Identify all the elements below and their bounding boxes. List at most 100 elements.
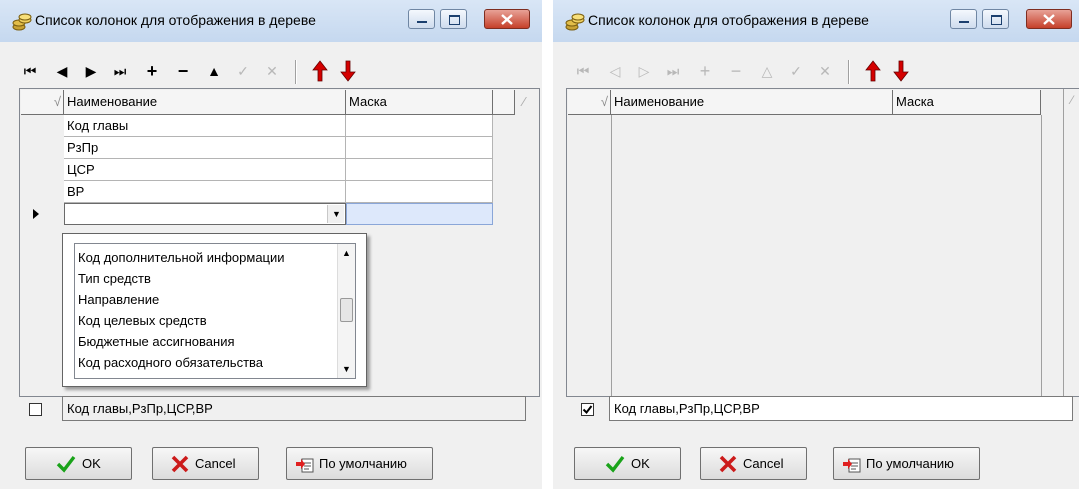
ok-button[interactable]: OK [574,447,681,480]
close-icon [1043,14,1055,25]
mask-cell[interactable] [346,159,493,181]
table-row[interactable]: ЦСР [64,159,346,181]
window-title: Список колонок для отображения в дереве [35,12,316,28]
move-down-icon[interactable] [891,60,911,82]
close-button[interactable] [1026,9,1072,29]
grid-column-line [611,115,612,396]
next-icon[interactable]: ▶ [81,61,101,81]
list-item[interactable]: Код дополнительной информации [78,247,285,268]
list-item[interactable]: Направление [78,289,159,310]
grid-scroll-area: ⁄ [515,90,539,115]
auto-mask-checkbox[interactable] [29,403,42,416]
scroll-thumb[interactable] [340,298,353,322]
delete-icon[interactable]: − [173,61,193,81]
chevron-down-icon: ▼ [332,209,341,219]
move-up-icon[interactable] [310,60,330,82]
dropdown-scrollbar[interactable]: ▲ ▼ [337,244,355,378]
maximize-icon [991,15,1002,25]
column-summary-field: Код главы,РзПр,ЦСР,ВР [62,396,526,421]
column-header-name[interactable]: Наименование [64,90,346,115]
column-summary-field[interactable]: Код главы,РзПр,ЦСР,ВР [609,396,1073,421]
check-mark-icon: √ [600,94,608,109]
post-icon[interactable]: ✓ [233,61,253,81]
table-row[interactable]: ВР [64,181,346,203]
maximize-button[interactable] [440,9,467,29]
default-button[interactable]: По умолчанию [833,447,980,480]
ok-button[interactable]: OK [25,447,132,480]
slash-icon: ⁄ [523,94,526,109]
delete-icon[interactable]: − [726,61,746,81]
list-item[interactable]: Бюджетные ассигнования [78,331,235,352]
navigator-toolbar: ⏮ ◁ ▷ ⏭ + − △ ✓ ✕ [553,56,1079,88]
cancel-button[interactable]: Cancel [700,447,807,480]
list-item[interactable]: Код расходного обязательства [78,352,263,373]
cancel-button-label: Cancel [195,456,236,471]
grid-extra-header [493,90,515,115]
default-button[interactable]: По умолчанию [286,447,433,480]
mask-cell-selected[interactable] [346,203,493,225]
mask-cell[interactable] [346,137,493,159]
check-icon [605,455,625,473]
grid-indicator-header: √ [21,90,64,115]
table-row[interactable]: РзПр [64,137,346,159]
coins-icon [565,13,585,31]
columns-grid[interactable]: √ Наименование Маска ⁄ [566,88,1079,397]
cancel-edit-icon[interactable]: ✕ [815,61,835,81]
grid-indicator-header: √ [568,90,611,115]
column-header-name[interactable]: Наименование [611,90,893,115]
edit-icon[interactable]: ▲ [204,61,224,81]
coins-icon [12,13,32,31]
minimize-icon [959,21,969,23]
mask-cell[interactable] [346,181,493,203]
list-item[interactable]: Тип средств [78,268,151,289]
first-record-icon[interactable]: ⏮ [573,61,593,81]
scroll-up-icon: ▲ [342,248,351,258]
grid-column-line [1063,89,1064,396]
mask-cell[interactable] [346,115,493,137]
cancel-edit-icon[interactable]: ✕ [262,61,282,81]
reset-default-icon [843,458,861,473]
ok-button-label: OK [82,456,101,471]
next-icon[interactable]: ▷ [634,61,654,81]
close-icon [501,14,513,25]
name-dropdown-list[interactable]: Код дополнительной информации Тип средст… [62,233,367,387]
column-header-mask[interactable]: Маска [893,90,1041,115]
column-list-dialog-left: Список колонок для отображения в дереве … [0,0,542,489]
move-down-icon[interactable] [338,60,358,82]
current-row-indicator-icon [33,209,39,219]
check-icon [56,455,76,473]
prior-icon[interactable]: ◀ [52,61,72,81]
grid-column-line [1041,115,1042,396]
minimize-button[interactable] [408,9,435,29]
column-header-mask[interactable]: Маска [346,90,493,115]
table-row[interactable]: Код главы [64,115,346,137]
prior-icon[interactable]: ◁ [605,61,625,81]
reset-default-icon [296,458,314,473]
ok-button-label: OK [631,456,650,471]
insert-icon[interactable]: + [142,61,162,81]
column-list-dialog-right: Список колонок для отображения в дереве … [553,0,1079,489]
dropdown-listbox[interactable]: Код дополнительной информации Тип средст… [74,243,356,379]
last-record-icon[interactable]: ⏭ [663,61,683,81]
cancel-button[interactable]: Cancel [152,447,259,480]
edit-icon[interactable]: △ [757,61,777,81]
minimize-button[interactable] [950,9,977,29]
scroll-down-icon: ▼ [342,364,351,374]
x-icon [171,455,189,473]
combo-dropdown-button[interactable]: ▼ [327,205,344,223]
checkbox-check-icon [582,405,593,415]
default-button-label: По умолчанию [319,456,407,471]
insert-icon[interactable]: + [695,61,715,81]
name-combo-editor[interactable]: ▼ [64,203,346,225]
first-record-icon[interactable]: ⏮ [20,61,40,81]
post-icon[interactable]: ✓ [786,61,806,81]
move-up-icon[interactable] [863,60,883,82]
list-item[interactable]: Код целевых средств [78,310,207,331]
close-button[interactable] [484,9,530,29]
maximize-icon [449,15,460,25]
maximize-button[interactable] [982,9,1009,29]
auto-mask-checkbox[interactable] [581,403,594,416]
window-title: Список колонок для отображения в дереве [588,12,869,28]
toolbar-separator [295,60,297,84]
last-record-icon[interactable]: ⏭ [110,61,130,81]
